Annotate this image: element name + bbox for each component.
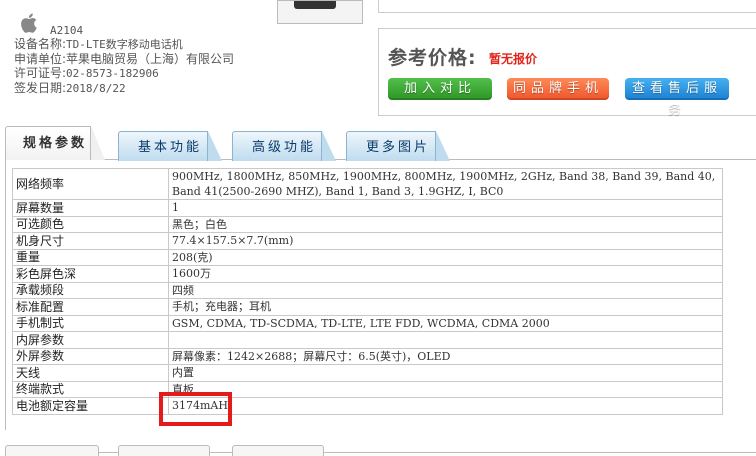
info-value: 02-8573-182906 (66, 67, 159, 80)
tab-label: 高级功能 (251, 140, 316, 155)
table-row: 机身尺寸 77.4×157.5×7.7(mm) (12, 232, 723, 250)
spec-value: 内置 (168, 364, 723, 382)
tab-label: 基本功能 (137, 140, 202, 155)
price-box (378, 28, 756, 116)
table-row: 彩色屏色深 1600万 (12, 265, 723, 283)
info-value: 2018/8/22 (66, 82, 126, 95)
tab-label: 规格参数 (22, 136, 87, 151)
spec-key: 外屏参数 (12, 347, 169, 365)
spec-value: 77.4×157.5×7.7(mm) (168, 232, 723, 250)
spec-key: 网络频率 (12, 168, 169, 200)
tab-more-images[interactable]: 更多图片 (346, 131, 450, 161)
table-row: 电池额定容量 3174mAH (12, 397, 723, 415)
spec-key: 重量 (12, 248, 169, 266)
table-row: 屏幕数量 1 (12, 199, 723, 217)
bottom-tab[interactable] (5, 445, 99, 456)
table-row: 外屏参数 屏幕像素：1242×2688；屏幕尺寸：6.5(英寸)，OLED (12, 347, 723, 365)
spec-key: 内屏参数 (12, 331, 169, 349)
spec-value: 黑色；白色 (168, 215, 723, 233)
spec-key: 手机制式 (12, 314, 169, 332)
spec-key: 电池额定容量 (12, 397, 169, 415)
spec-key: 彩色屏色深 (12, 265, 169, 283)
spec-value: 1 (168, 199, 723, 217)
device-info: 设备名称:TD-LTE数字移动电话机 申请单位:苹果电脑贸易（上海）有限公司 许… (14, 37, 234, 96)
spec-value: 直板 (168, 380, 723, 398)
spec-value: GSM, CDMA, TD-SCDMA, TD-LTE, LTE FDD, WC… (168, 314, 723, 332)
spec-value: 1600万 (168, 265, 723, 283)
same-brand-phones-button[interactable]: 同品牌手机 (507, 78, 609, 100)
tab-specs[interactable]: 规格参数 (5, 126, 105, 160)
table-row: 天线 内置 (12, 364, 723, 382)
spec-key: 机身尺寸 (12, 232, 169, 250)
top-box (378, 0, 756, 13)
info-value: 苹果电脑贸易（上海）有限公司 (66, 52, 235, 66)
spec-key: 标准配置 (12, 298, 169, 316)
spec-value: 208(克) (168, 248, 723, 266)
bottom-tab[interactable] (232, 445, 324, 456)
tab-advanced-functions[interactable]: 高级功能 (232, 131, 336, 161)
table-row: 内屏参数 (12, 331, 723, 349)
info-row-issue-date: 签发日期:2018/8/22 (14, 81, 234, 96)
model-number: A2104 (50, 24, 84, 37)
info-value: TD-LTE数字移动电话机 (66, 38, 183, 51)
spec-key: 天线 (12, 364, 169, 382)
price-label: 参考价格: (388, 47, 477, 69)
info-label: 许可证号: (14, 66, 67, 80)
info-row-device-name: 设备名称:TD-LTE数字移动电话机 (14, 37, 234, 52)
spec-key: 屏幕数量 (12, 199, 169, 217)
bottom-tab[interactable] (118, 445, 210, 456)
spec-table: 网络频率 900MHz, 1800MHz, 850MHz, 1900MHz, 8… (12, 168, 723, 415)
table-row: 承载频段 四频 (12, 281, 723, 299)
spec-key: 终端款式 (12, 380, 169, 398)
battery-highlight-box (159, 392, 232, 426)
info-label: 申请单位: (14, 52, 67, 66)
spec-value: 手机；充电器；耳机 (168, 298, 723, 316)
tab-basic-functions[interactable]: 基本功能 (118, 131, 222, 161)
spec-value: 屏幕像素：1242×2688；屏幕尺寸：6.5(英寸)，OLED (168, 347, 723, 365)
tab-label: 更多图片 (365, 140, 430, 155)
info-row-license: 许可证号:02-8573-182906 (14, 66, 234, 81)
after-sales-service-button[interactable]: 查看售后服务 (625, 78, 729, 118)
table-row: 网络频率 900MHz, 1800MHz, 850MHz, 1900MHz, 8… (12, 168, 723, 200)
add-to-compare-button[interactable]: 加入对比 (388, 78, 492, 100)
spec-value (168, 331, 723, 349)
price-value: 暂无报价 (489, 52, 538, 66)
info-row-applicant: 申请单位:苹果电脑贸易（上海）有限公司 (14, 52, 234, 66)
certificate-image (277, 0, 363, 24)
table-row: 可选颜色 黑色；白色 (12, 215, 723, 233)
table-row: 手机制式 GSM, CDMA, TD-SCDMA, TD-LTE, LTE FD… (12, 314, 723, 332)
table-row: 重量 208(克) (12, 248, 723, 266)
spec-key: 承载频段 (12, 281, 169, 299)
spec-key: 可选颜色 (12, 215, 169, 233)
table-row: 标准配置 手机；充电器；耳机 (12, 298, 723, 316)
info-label: 签发日期: (14, 81, 67, 95)
spec-value: 900MHz, 1800MHz, 850MHz, 1900MHz, 800MHz… (168, 168, 723, 200)
spec-value: 3174mAH (168, 397, 723, 415)
info-label: 设备名称: (14, 37, 67, 51)
spec-value: 四频 (168, 281, 723, 299)
table-row: 终端款式 直板 (12, 380, 723, 398)
apple-logo-icon (20, 12, 40, 34)
